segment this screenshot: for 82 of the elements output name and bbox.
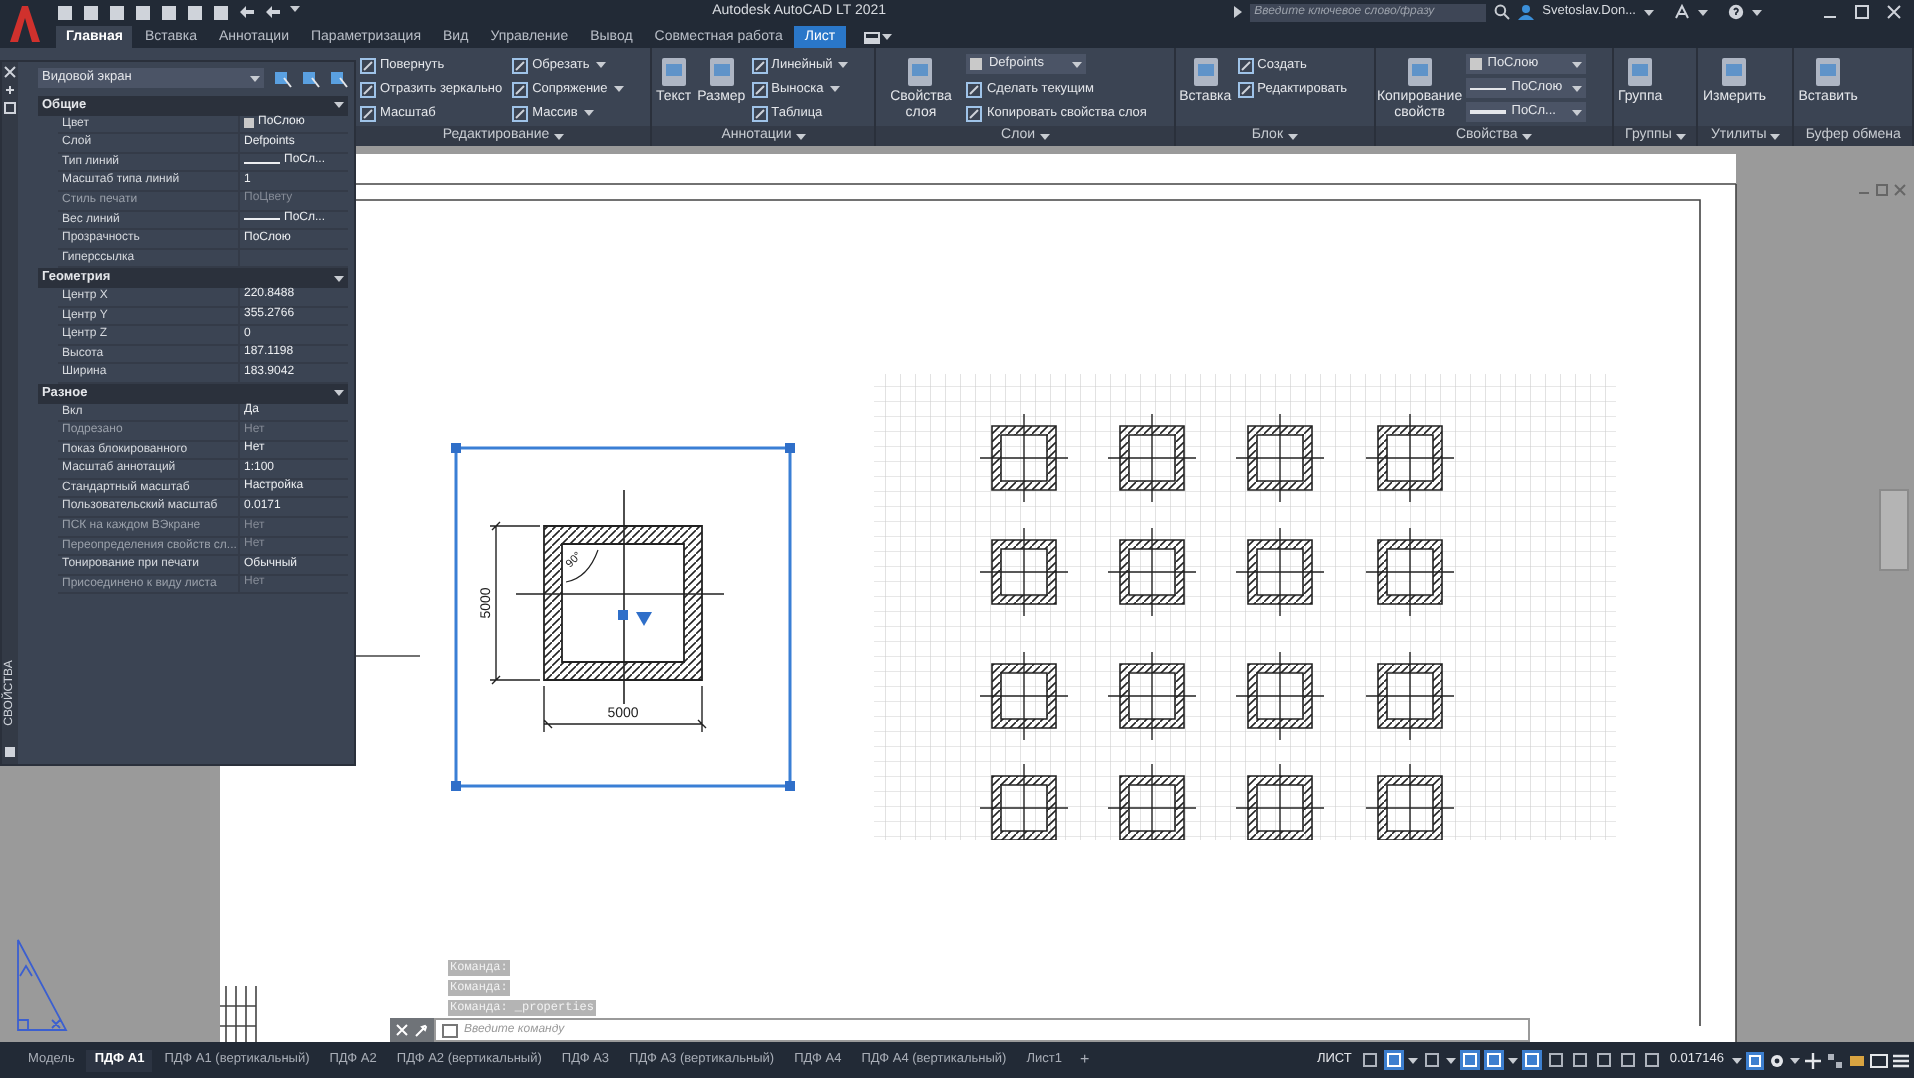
- caret-icon: [1521, 131, 1532, 141]
- undo-icon[interactable]: [238, 3, 256, 21]
- tool-icon: [1403, 54, 1436, 90]
- tool-icon: [1718, 54, 1751, 90]
- color-swatch: [970, 58, 983, 70]
- grip-handle[interactable]: [451, 443, 461, 453]
- caret-icon: [613, 84, 624, 94]
- grip-handle[interactable]: [785, 781, 795, 791]
- quick-select-icon[interactable]: [330, 69, 348, 87]
- viewport-frame[interactable]: [454, 446, 792, 788]
- caret-icon[interactable]: [1732, 1055, 1742, 1065]
- caret-icon[interactable]: [881, 32, 892, 42]
- caret-down-icon: [334, 388, 344, 399]
- tool-icon: [751, 81, 768, 97]
- wrench-icon[interactable]: [414, 1023, 428, 1037]
- scale-icon[interactable]: [1746, 1051, 1764, 1069]
- caret-icon[interactable]: [1644, 7, 1654, 17]
- select-objects-icon[interactable]: [302, 69, 320, 87]
- tool-icon: [966, 81, 983, 97]
- linetype-sample: [244, 218, 280, 221]
- caret-icon: [250, 73, 260, 83]
- caret-icon[interactable]: [1698, 7, 1708, 17]
- toggle-pickadd-icon[interactable]: [274, 69, 292, 87]
- caret-icon[interactable]: [1790, 1055, 1800, 1065]
- tool-icon: [1237, 81, 1254, 97]
- help-icon[interactable]: [1728, 4, 1744, 20]
- tool-icon: [1237, 57, 1254, 73]
- caret-icon[interactable]: [1507, 1055, 1518, 1065]
- panel-toggle-icon[interactable]: [863, 31, 880, 43]
- caret-icon: [795, 131, 806, 141]
- caret-icon[interactable]: [1445, 1055, 1456, 1065]
- caret-icon: [1039, 131, 1050, 141]
- ucs-icon: [17, 939, 67, 1031]
- user-icon: [1518, 4, 1535, 20]
- linetype-sample: [244, 161, 280, 164]
- tool-icon: [512, 105, 529, 121]
- caret-down-icon: [334, 100, 344, 111]
- caret-icon[interactable]: [1752, 7, 1762, 17]
- caret-icon: [1072, 59, 1083, 69]
- plus-icon[interactable]: [1804, 1051, 1822, 1069]
- caret-icon: [829, 84, 840, 94]
- color-swatch: [244, 118, 254, 129]
- linetype-sample: [1469, 87, 1506, 89]
- lineweight-sample: [1469, 110, 1506, 114]
- tool-icon: [751, 57, 768, 73]
- caret-icon: [1770, 131, 1781, 141]
- tool-icon: [657, 54, 690, 90]
- angle-arc: [565, 549, 599, 583]
- fullscreen-icon[interactable]: [1870, 1051, 1888, 1069]
- tool-icon: [1189, 54, 1222, 90]
- caret-icon: [553, 131, 564, 141]
- tool-icon: [751, 105, 768, 121]
- tool-icon: [1812, 54, 1845, 90]
- search-icon[interactable]: [1494, 4, 1511, 20]
- grip-handle[interactable]: [785, 443, 795, 453]
- caret-icon: [838, 60, 849, 70]
- caret-icon: [1287, 131, 1298, 141]
- caret-icon: [1675, 131, 1686, 141]
- caret-icon: [583, 108, 594, 118]
- tool-icon: [1624, 54, 1657, 90]
- caret-icon: [595, 60, 606, 70]
- tool-icon: [904, 54, 937, 90]
- tool-icon: [360, 105, 376, 121]
- tool-icon: [512, 57, 529, 73]
- tool-icon: [705, 54, 738, 90]
- tool-icon: [966, 105, 983, 121]
- caret-icon: [1571, 107, 1582, 117]
- grip-handle[interactable]: [451, 781, 461, 791]
- new-tab-button[interactable]: +: [1073, 1048, 1096, 1072]
- tool-icon: [512, 81, 529, 97]
- caret-down-icon: [334, 273, 344, 284]
- app-store-icon[interactable]: [1674, 4, 1690, 20]
- triangle-marker-icon[interactable]: [636, 612, 652, 626]
- caret-icon: [1571, 59, 1582, 69]
- caret-icon: [1571, 83, 1582, 93]
- caret-icon[interactable]: [1407, 1055, 1418, 1065]
- tool-icon: [360, 57, 376, 73]
- grip-handle[interactable]: [618, 610, 628, 620]
- caret-icon[interactable]: [1234, 6, 1243, 18]
- app-logo-icon[interactable]: [4, 2, 44, 46]
- tool-icon: [360, 81, 376, 97]
- color-swatch: [1469, 58, 1482, 70]
